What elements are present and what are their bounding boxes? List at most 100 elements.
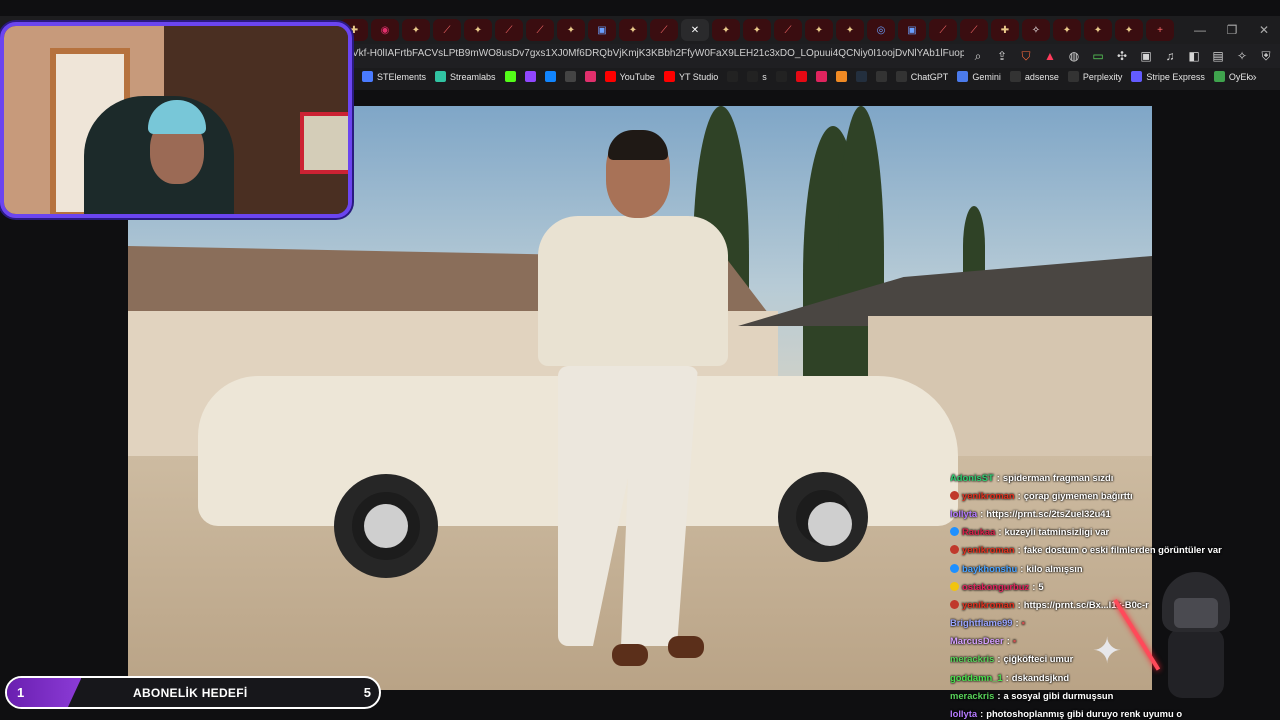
- screenshot-icon[interactable]: ▣: [1136, 46, 1156, 66]
- game-icon: [815, 71, 827, 82]
- bookmark-item[interactable]: STElements: [362, 71, 426, 82]
- bookmark-item[interactable]: [855, 71, 867, 82]
- bookmark-item[interactable]: YT Studio: [663, 71, 718, 82]
- restore-icon[interactable]: ❐: [1216, 16, 1248, 44]
- bookmark-item[interactable]: YouTube: [604, 71, 655, 82]
- mascot-mask: [1174, 598, 1218, 628]
- browser-tab[interactable]: ⟋: [774, 19, 802, 41]
- bookmark-item[interactable]: adsense: [1009, 71, 1059, 82]
- vpn-icon[interactable]: ⛨: [1256, 46, 1276, 66]
- browser-tab[interactable]: ⟋: [526, 19, 554, 41]
- chat-username[interactable]: baykhonshu: [962, 563, 1017, 574]
- bookmark-item[interactable]: [544, 71, 556, 82]
- chat-username[interactable]: merackris: [950, 690, 994, 701]
- chat-message: AdonisST: spiderman fragman sızdı: [950, 468, 1270, 486]
- chat-text: 5: [1038, 580, 1044, 592]
- star-icon: ✦: [473, 24, 483, 36]
- browser-tab[interactable]: ✦: [836, 19, 864, 41]
- browser-tab[interactable]: +: [1146, 19, 1174, 41]
- stelements-icon: [362, 71, 373, 82]
- bookmark-item[interactable]: s: [747, 71, 767, 82]
- extension-icon[interactable]: ◍: [1064, 46, 1084, 66]
- battery-icon[interactable]: ▭: [1088, 46, 1108, 66]
- app-icon: ▣: [907, 24, 917, 36]
- browser-tab[interactable]: ✦: [1053, 19, 1081, 41]
- browser-tab[interactable]: ⟋: [929, 19, 957, 41]
- chat-username[interactable]: yenikroman: [962, 544, 1015, 555]
- browser-tab[interactable]: ▣: [588, 19, 616, 41]
- toolbar-icons: ⌕ ⇪ ⛉ ▲ ◍ ▭ ✣ ▣ ♫ ◧ ▤ ✧ ⛨ ☰: [968, 46, 1280, 66]
- bookmark-item[interactable]: [564, 71, 576, 82]
- browser-tab[interactable]: ⟋: [960, 19, 988, 41]
- chat-separator: :: [1006, 635, 1010, 647]
- browser-tab[interactable]: ⟋: [495, 19, 523, 41]
- brave-rewards-icon[interactable]: ▲: [1040, 46, 1060, 66]
- zoom-icon[interactable]: ⌕: [968, 46, 988, 66]
- browser-tab[interactable]: ✦: [557, 19, 585, 41]
- bookmark-label: Gemini: [972, 71, 1001, 82]
- browser-tab[interactable]: ✚: [991, 19, 1019, 41]
- browser-tab[interactable]: ✦: [402, 19, 430, 41]
- browser-tab[interactable]: ✦: [1115, 19, 1143, 41]
- chat-username[interactable]: lollyta: [950, 708, 977, 719]
- url-field[interactable]: Vkf-H0lIAFrtbFACVsLPtB9mWO8usDv7gxs1XJ0M…: [352, 48, 964, 59]
- bookmark-item[interactable]: [727, 71, 739, 82]
- bookmark-item[interactable]: [775, 71, 787, 82]
- browser-tab[interactable]: ✦: [464, 19, 492, 41]
- browser-tab[interactable]: ✧: [1022, 19, 1050, 41]
- bookmark-item[interactable]: Stripe Express: [1131, 71, 1205, 82]
- chat-username[interactable]: Raukaa: [962, 526, 995, 537]
- man-trousers: [558, 366, 698, 646]
- browser-tab[interactable]: ▣: [898, 19, 926, 41]
- bookmark-label: Perplexity: [1082, 71, 1123, 82]
- media-icon[interactable]: ♫: [1160, 46, 1180, 66]
- chat-username[interactable]: yenikroman: [962, 599, 1015, 610]
- chat-username[interactable]: AdonisST: [950, 472, 994, 483]
- browser-tab[interactable]: ✦: [1084, 19, 1112, 41]
- browser-tab[interactable]: ✦: [712, 19, 740, 41]
- brave-shield-icon[interactable]: ⛉: [1016, 46, 1036, 66]
- bookmark-item[interactable]: Perplexity: [1067, 71, 1123, 82]
- browser-tab[interactable]: ◎: [867, 19, 895, 41]
- bookmark-item[interactable]: [875, 71, 887, 82]
- chat-badge-icon: [950, 581, 959, 591]
- bookmark-item[interactable]: OyEk: [1213, 71, 1251, 82]
- sidebar-icon[interactable]: ◧: [1184, 46, 1204, 66]
- browser-tab[interactable]: ✦: [743, 19, 771, 41]
- chat-username[interactable]: ostakongurbuz: [962, 581, 1029, 592]
- browser-tab[interactable]: ✦: [619, 19, 647, 41]
- star-icon: ✦: [752, 24, 762, 36]
- chat-username[interactable]: lollyta: [950, 508, 977, 519]
- browser-tab[interactable]: ✦: [805, 19, 833, 41]
- bookmark-item[interactable]: [524, 71, 536, 82]
- bookmark-item[interactable]: Streamlabs: [435, 71, 496, 82]
- chat-message: yenikroman: fake dostum o eski filmlerden…: [950, 541, 1270, 559]
- bookmark-item[interactable]: [795, 71, 807, 82]
- leo-icon[interactable]: ✧: [1232, 46, 1252, 66]
- bookmark-item[interactable]: [584, 71, 596, 82]
- chat-username[interactable]: Brightflame99: [950, 617, 1013, 628]
- minimize-icon[interactable]: —: [1184, 16, 1216, 44]
- close-window-icon[interactable]: ✕: [1248, 16, 1280, 44]
- bookmark-label: adsense: [1024, 71, 1059, 82]
- browser-tab[interactable]: ⟋: [433, 19, 461, 41]
- browser-tab[interactable]: ◉: [371, 19, 399, 41]
- chat-username[interactable]: yenikroman: [962, 490, 1015, 501]
- bookmark-item[interactable]: [504, 71, 516, 82]
- bookmark-item[interactable]: ChatGPT: [895, 71, 948, 82]
- feather-icon: ⟋: [443, 24, 451, 36]
- chat-username[interactable]: MarcusDeer: [950, 635, 1004, 646]
- chat-message: Raukaa: kuzeyli tatminsizligi var: [950, 523, 1270, 541]
- chat-username[interactable]: merackris: [950, 653, 994, 664]
- browser-tab[interactable]: ✕: [681, 19, 709, 41]
- bookmark-item[interactable]: [815, 71, 827, 82]
- bookmarks-overflow-icon[interactable]: »: [1250, 70, 1257, 84]
- wallet-icon[interactable]: ▤: [1208, 46, 1228, 66]
- share-icon[interactable]: ⇪: [992, 46, 1012, 66]
- puzzle-icon[interactable]: ✣: [1112, 46, 1132, 66]
- mascot-body: [1168, 628, 1224, 698]
- browser-tab[interactable]: ⟋: [650, 19, 678, 41]
- bookmark-item[interactable]: [835, 71, 847, 82]
- chat-username[interactable]: goddamn_1: [950, 672, 1003, 683]
- bookmark-item[interactable]: Gemini: [957, 71, 1001, 82]
